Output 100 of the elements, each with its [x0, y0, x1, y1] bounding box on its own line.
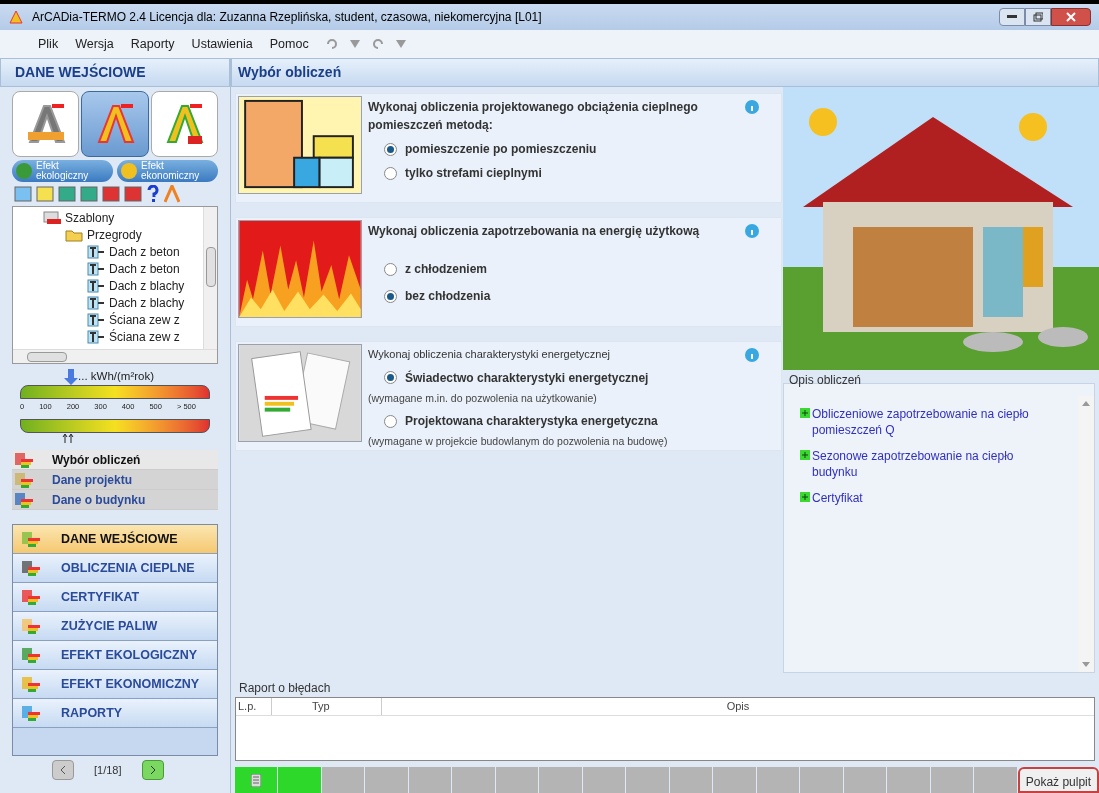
tree-item[interactable]: Szablony	[65, 208, 115, 227]
menu-item[interactable]: Ustawienia	[191, 34, 253, 54]
nav-item[interactable]: EFEKT EKOLOGICZNY	[13, 641, 217, 670]
panel-header: Wybór obliczeń	[231, 58, 1099, 87]
option-label[interactable]: Świadectwo charakterystyki energetycznej	[405, 368, 649, 387]
section-icon	[21, 530, 41, 548]
undo-icon[interactable]	[325, 38, 338, 50]
radio-button[interactable]	[384, 166, 397, 180]
expand-icon[interactable]	[800, 450, 810, 460]
section-icon	[14, 490, 34, 509]
tree-item[interactable]: Przegrody	[87, 225, 142, 244]
mode-button[interactable]	[81, 91, 149, 157]
tree-item[interactable]: Dach z blachy	[109, 293, 185, 312]
option-label[interactable]: bez chłodzenia	[405, 287, 491, 305]
step-segment[interactable]	[408, 767, 452, 793]
menu-item[interactable]: Raporty	[130, 34, 175, 54]
toolbar-icon[interactable]	[124, 185, 142, 203]
expand-icon[interactable]	[800, 492, 810, 502]
toolbar-icon[interactable]	[14, 185, 32, 203]
step-segment[interactable]	[843, 767, 887, 793]
layer-icon	[87, 329, 105, 344]
radio-button[interactable]	[384, 262, 397, 276]
info-icon[interactable]	[745, 348, 759, 362]
description-link[interactable]: Certyfikat	[812, 490, 863, 506]
page-indicator: [1/18]	[94, 762, 122, 778]
next-button[interactable]	[141, 760, 164, 780]
option-note: (wymagane w projekcie budowlanym do pozwolenia na budowę)	[368, 434, 669, 450]
radio-button[interactable]	[384, 371, 397, 384]
redo-icon[interactable]	[371, 38, 384, 50]
option-label[interactable]: z chłodzeniem	[405, 260, 487, 278]
sub-nav-item[interactable]: Dane o budynku	[12, 490, 218, 510]
sub-nav-item[interactable]: Wybór obliczeń	[12, 450, 218, 470]
chevron-right-icon	[148, 765, 157, 775]
scroll-up-icon[interactable]	[1082, 400, 1090, 406]
column-header[interactable]: L.p.	[236, 698, 272, 715]
toolbar-icon[interactable]	[36, 185, 54, 203]
menu-item[interactable]: Pomoc	[269, 34, 309, 54]
nav-item[interactable]: CERTYFIKAT	[13, 583, 217, 612]
mode-button[interactable]	[150, 91, 218, 157]
horizontal-scrollbar[interactable]	[13, 349, 217, 363]
info-icon[interactable]	[745, 100, 759, 114]
expand-icon[interactable]	[800, 408, 810, 418]
close-button[interactable]	[1051, 8, 1091, 26]
effect-button[interactable]: Efekt ekonomiczny	[117, 160, 218, 182]
step-segment[interactable]	[756, 767, 800, 793]
nav-item[interactable]: EFEKT EKONOMICZNY	[13, 670, 217, 699]
minimize-button[interactable]	[999, 8, 1025, 26]
step-segment[interactable]	[235, 767, 278, 793]
sub-nav-item[interactable]: Dane projektu	[12, 470, 218, 490]
column-header[interactable]: Opis	[382, 698, 1094, 715]
app-icon	[8, 9, 24, 25]
nav-item[interactable]: RAPORTY	[13, 699, 217, 728]
nav-item[interactable]: ZUŻYCIE PALIW	[13, 612, 217, 641]
previous-button[interactable]	[52, 760, 74, 780]
step-segment[interactable]	[495, 767, 539, 793]
toolbar-icon[interactable]	[58, 185, 76, 203]
option-note: (wymagane m.in. do pozwolenia na użytkowanie)	[368, 390, 598, 406]
nav-item[interactable]: OBLICZENIA CIEPLNE	[13, 554, 217, 583]
layer-icon	[87, 295, 105, 310]
column-header[interactable]: Typ	[272, 698, 382, 715]
nav-item[interactable]: DANE WEJŚCIOWE	[13, 525, 217, 554]
scroll-down-icon[interactable]	[1082, 662, 1090, 668]
logo-icon	[95, 102, 135, 146]
section-icon	[21, 559, 41, 577]
step-segment[interactable]	[321, 767, 365, 793]
description-link[interactable]: Sezonowe zapotrzebowanie na ciepło budynku	[812, 448, 1038, 480]
logo-icon	[25, 102, 66, 146]
scrollbar[interactable]	[1078, 396, 1094, 672]
effect-button[interactable]: Efekt ekologiczny	[12, 160, 113, 182]
layer-icon	[87, 312, 105, 327]
description-link[interactable]: Obliczeniowe zapotrzebowanie na ciepło pomieszczeń Q	[812, 406, 1038, 438]
scrollbar[interactable]	[203, 207, 217, 349]
unit-label: ... kWh/(m²rok)	[78, 369, 155, 384]
toolbar-icon[interactable]	[80, 185, 98, 203]
option-label[interactable]: tylko strefami cieplnymi	[405, 164, 542, 182]
menu-item[interactable]: Wersja	[75, 34, 114, 54]
mode-button[interactable]	[12, 91, 80, 157]
menu-item[interactable]: Plik	[38, 34, 59, 54]
tree-item[interactable]: Dach z beton	[109, 242, 180, 261]
step-segment[interactable]	[669, 767, 713, 793]
option-label[interactable]: Projektowana charakterystyka energetyczna	[405, 412, 658, 431]
restore-button[interactable]	[1025, 8, 1051, 26]
option-label[interactable]: pomieszczenie po pomieszczeniu	[405, 140, 597, 158]
radio-button[interactable]	[384, 142, 397, 156]
card-title: Wykonaj obliczenia projektowanego obciążenia cieplnego pomieszczeń metodą:	[368, 99, 699, 134]
radio-button[interactable]	[384, 414, 397, 428]
radio-button[interactable]	[384, 289, 397, 303]
section-icon	[14, 470, 34, 489]
dropdown-icon[interactable]	[395, 38, 406, 50]
info-icon[interactable]	[745, 224, 759, 238]
toolbar-icon[interactable]	[102, 185, 120, 203]
group-legend: Opis obliczeń	[783, 371, 1099, 389]
tree-item[interactable]: Dach z beton	[109, 259, 180, 278]
tree-item[interactable]: Ściana zew z	[109, 327, 180, 346]
tree-item[interactable]: Ściana zew z	[109, 310, 180, 329]
tree-item[interactable]: Dach z blachy	[109, 276, 185, 295]
help-icon[interactable]	[146, 185, 160, 203]
step-segment[interactable]	[582, 767, 626, 793]
dropdown-icon[interactable]	[349, 38, 360, 50]
step-segment[interactable]	[930, 767, 974, 793]
